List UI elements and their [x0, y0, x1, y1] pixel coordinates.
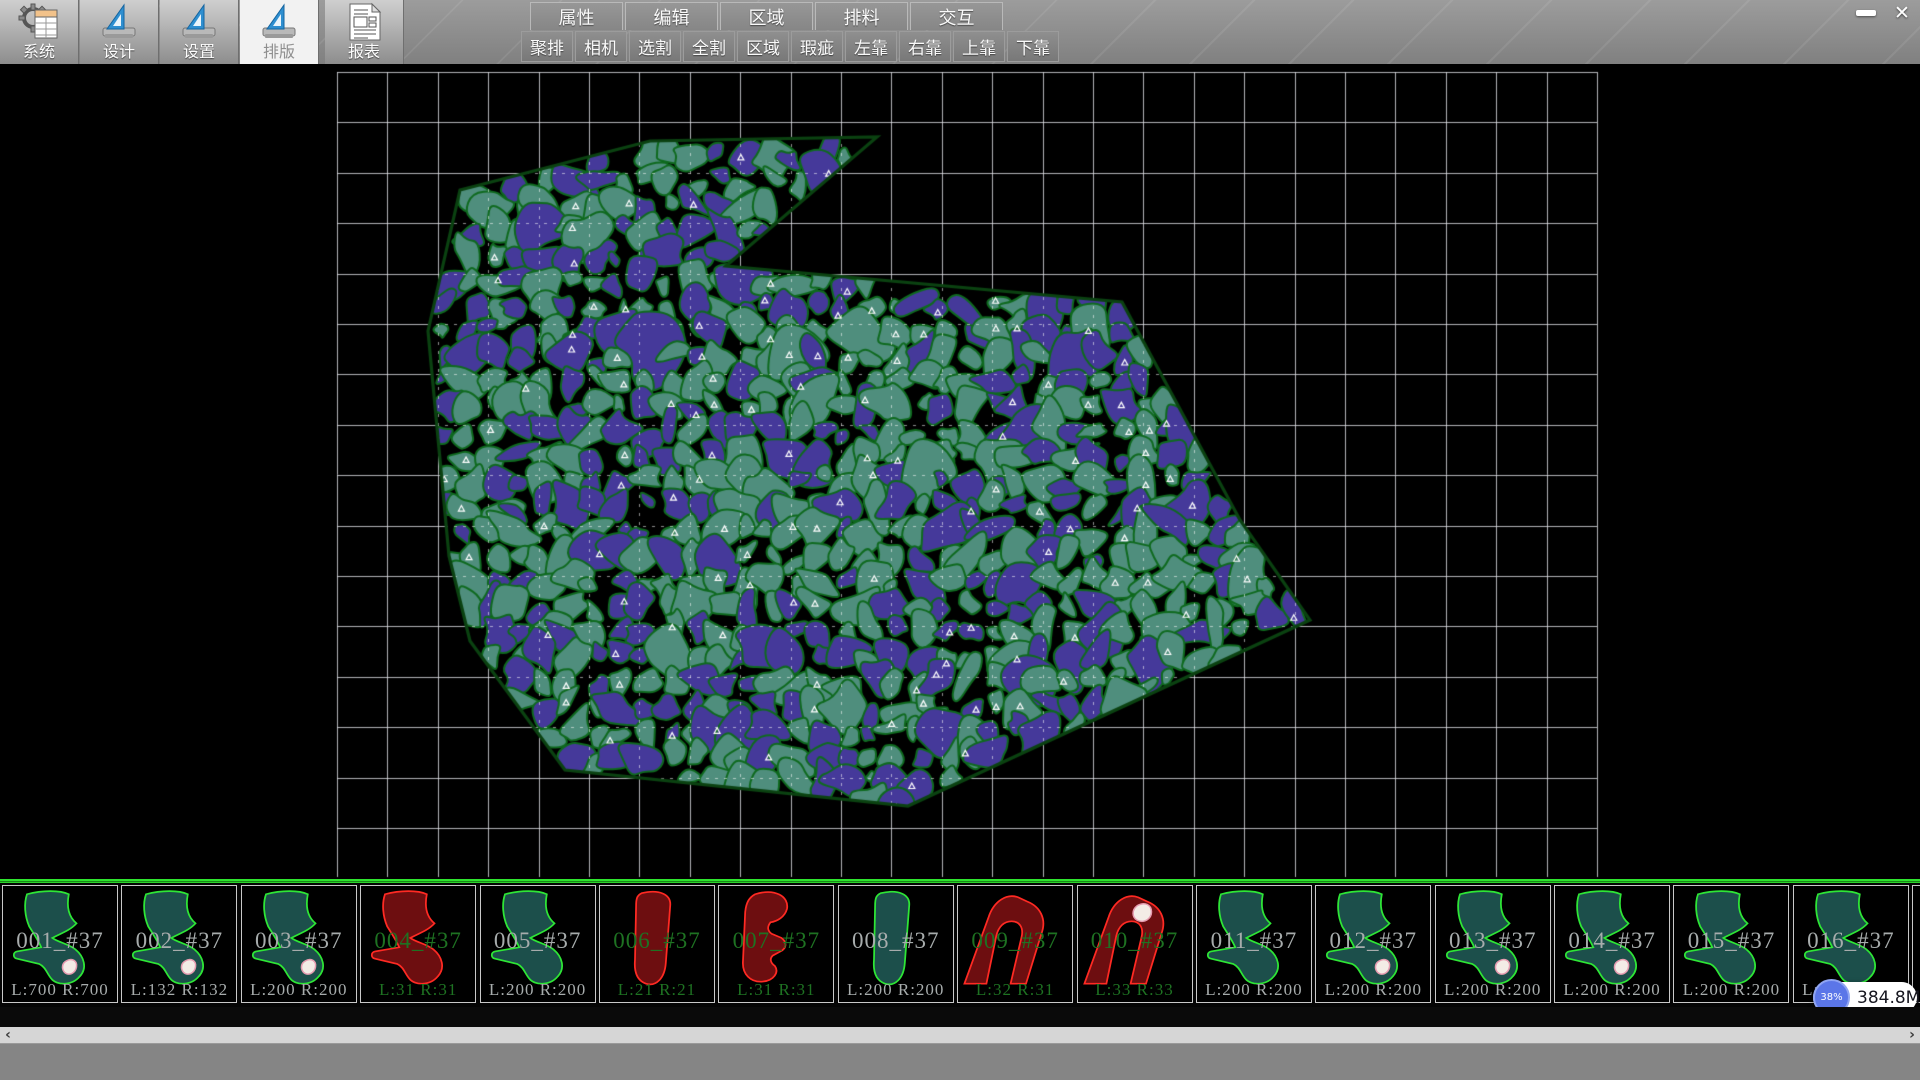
piece-lr-label: L:200 R:200 [1436, 980, 1550, 1000]
piece-thumbnail-008_#37[interactable]: 008_#37 L:200 R:200 [838, 885, 954, 1003]
piece-thumbnail-002_#37[interactable]: 002_#37 L:132 R:132 [121, 885, 237, 1003]
piece-id-label: 016_#37 [1794, 928, 1908, 954]
main-mode-buttons: 系统 设计 设置 排版 报表 [0, 0, 405, 64]
action-button-cut-all[interactable]: 全割 [683, 31, 735, 62]
piece-id-label: 017_#37 [1913, 928, 1920, 954]
piece-id-label: 012_#37 [1316, 928, 1430, 954]
tab-region[interactable]: 区域 [720, 2, 813, 30]
piece-lr-label: L:200 R:200 [481, 980, 595, 1000]
action-button-select-cut[interactable]: 选割 [629, 31, 681, 62]
piece-lr-label: L:32 R:31 [958, 980, 1072, 1000]
minimize-button[interactable] [1852, 2, 1880, 24]
tab-edit[interactable]: 编辑 [625, 2, 718, 30]
tab-attributes[interactable]: 属性 [530, 2, 623, 30]
action-button-area[interactable]: 区域 [737, 31, 789, 62]
piece-id-label: 009_#37 [958, 928, 1072, 954]
action-button-camera[interactable]: 相机 [575, 31, 627, 62]
piece-thumbnail-003_#37[interactable]: 003_#37 L:200 R:200 [241, 885, 357, 1003]
ribbon-toolbar: 系统 设计 设置 排版 报表 属性编辑区域排料交互 聚排相机选割全割区域瑕疵左靠右靠上靠… [0, 0, 1920, 64]
piece-id-label: 006_#37 [600, 928, 714, 954]
piece-thumbnail-015_#37[interactable]: 015_#37 L:200 R:200 [1673, 885, 1789, 1003]
piece-lr-label: L:132 R:132 [122, 980, 236, 1000]
piece-thumbnail-013_#37[interactable]: 013_#37 L:200 R:200 [1435, 885, 1551, 1003]
nesting-app-window: 系统 设计 设置 排版 报表 属性编辑区域排料交互 聚排相机选割全割区域瑕疵左靠右靠上靠… [0, 0, 1920, 1080]
piece-thumbnail-017_#37[interactable]: 017_#37L:21 R:21 [1912, 885, 1920, 1003]
scroll-left-icon[interactable]: ‹ [0, 1027, 16, 1043]
piece-lr-label: L:200 R:200 [839, 980, 953, 1000]
strip-lower-gap [0, 1007, 1920, 1027]
piece-lr-label: L:31 R:31 [361, 980, 475, 1000]
action-button-snap-bottom[interactable]: 下靠 [1007, 31, 1059, 62]
piece-id-label: 001_#37 [3, 928, 117, 954]
piece-id-label: 004_#37 [361, 928, 475, 954]
ruler-icon [257, 2, 301, 42]
action-button-cluster-nest[interactable]: 聚排 [521, 31, 573, 62]
tab-nesting[interactable]: 排料 [815, 2, 908, 30]
ribbon-tab-row: 属性编辑区域排料交互 [530, 2, 1005, 30]
piece-thumbnail-010_#37[interactable]: 010_#37 L:33 R:33 [1077, 885, 1193, 1003]
piece-id-label: 011_#37 [1197, 928, 1311, 954]
tab-interact[interactable]: 交互 [910, 2, 1003, 30]
ruler-icon [97, 2, 141, 42]
ribbon-action-row: 聚排相机选割全割区域瑕疵左靠右靠上靠下靠 [521, 31, 1061, 62]
memory-value: 384.8M [1857, 988, 1920, 1008]
piece-thumbnail-007_#37[interactable]: 007_#37 L:31 R:31 [718, 885, 834, 1003]
nesting-canvas[interactable] [0, 64, 1920, 879]
mode-button-system[interactable]: 系统 [0, 0, 79, 64]
piece-id-label: 014_#37 [1555, 928, 1669, 954]
piece-thumbnail-014_#37[interactable]: 014_#37 L:200 R:200 [1554, 885, 1670, 1003]
piece-thumbnail-004_#37[interactable]: 004_#37 L:31 R:31 [360, 885, 476, 1003]
piece-lr-label: L:200 R:200 [242, 980, 356, 1000]
close-button[interactable]: ✕ [1888, 2, 1916, 24]
status-bar [0, 1043, 1920, 1080]
horizontal-scrollbar[interactable]: ‹ › [0, 1027, 1920, 1043]
piece-thumbnail-012_#37[interactable]: 012_#37 L:200 R:200 [1315, 885, 1431, 1003]
action-button-snap-right[interactable]: 右靠 [899, 31, 951, 62]
report-icon [342, 2, 386, 42]
piece-thumbnail-006_#37[interactable]: 006_#37 L:21 R:21 [599, 885, 715, 1003]
window-controls: ✕ [1852, 2, 1916, 24]
mode-button-settings[interactable]: 设置 [160, 0, 239, 64]
piece-id-label: 015_#37 [1674, 928, 1788, 954]
piece-lr-label: L:200 R:200 [1197, 980, 1311, 1000]
mode-button-label: 设计 [103, 42, 135, 62]
minimize-icon [1856, 10, 1876, 16]
mode-button-label: 系统 [23, 42, 55, 62]
piece-thumbnail-009_#37[interactable]: 009_#37 L:32 R:31 [957, 885, 1073, 1003]
piece-lr-label: L:200 R:200 [1316, 980, 1430, 1000]
mode-button-report[interactable]: 报表 [325, 0, 404, 64]
mode-button-label: 排版 [263, 42, 295, 62]
scroll-right-icon[interactable]: › [1904, 1027, 1920, 1043]
mode-button-layout[interactable]: 排版 [240, 0, 319, 64]
piece-thumbnail-001_#37[interactable]: 001_#37 L:700 R:700 [2, 885, 118, 1003]
mode-button-label: 设置 [183, 42, 215, 62]
piece-lr-label: L:21 R:21 [600, 980, 714, 1000]
piece-lr-label: L:31 R:31 [719, 980, 833, 1000]
piece-id-label: 002_#37 [122, 928, 236, 954]
piece-thumbnail-005_#37[interactable]: 005_#37 L:200 R:200 [480, 885, 596, 1003]
action-button-snap-top[interactable]: 上靠 [953, 31, 1005, 62]
piece-id-label: 003_#37 [242, 928, 356, 954]
action-button-defect[interactable]: 瑕疵 [791, 31, 843, 62]
piece-lr-label: L:700 R:700 [3, 980, 117, 1000]
piece-lr-label: L:33 R:33 [1078, 980, 1192, 1000]
piece-id-label: 008_#37 [839, 928, 953, 954]
gear-table-icon [17, 2, 61, 42]
piece-thumbnail-011_#37[interactable]: 011_#37 L:200 R:200 [1196, 885, 1312, 1003]
action-button-snap-left[interactable]: 左靠 [845, 31, 897, 62]
piece-id-label: 013_#37 [1436, 928, 1550, 954]
piece-lr-label: L:200 R:200 [1674, 980, 1788, 1000]
mode-button-label: 报表 [348, 42, 380, 62]
piece-thumbnail-strip: 001_#37L:700 R:700002_#37L:132 R:132003_… [0, 883, 1920, 1007]
piece-lr-label: L:200 R:200 [1555, 980, 1669, 1000]
piece-id-label: 007_#37 [719, 928, 833, 954]
piece-id-label: 010_#37 [1078, 928, 1192, 954]
ruler-icon [177, 2, 221, 42]
piece-id-label: 005_#37 [481, 928, 595, 954]
mode-button-design[interactable]: 设计 [80, 0, 159, 64]
